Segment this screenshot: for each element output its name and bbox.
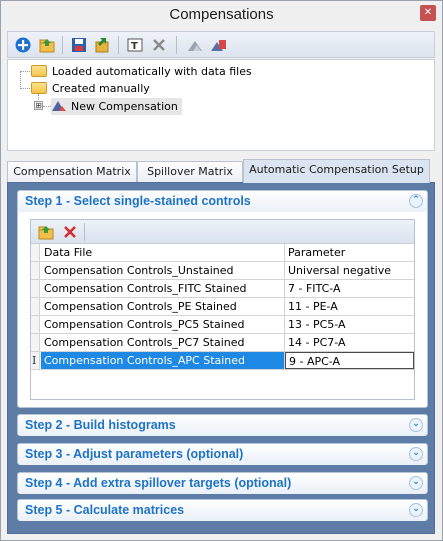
apply-icon[interactable]: [185, 35, 205, 55]
window-title: Compensations: [169, 6, 274, 23]
parameter-cell[interactable]: 14 - PC7-A: [285, 334, 414, 351]
step-1-header[interactable]: Step 1 - Select single-stained controls …: [18, 191, 427, 212]
data-file-cell[interactable]: Compensation Controls_APC Stained: [41, 352, 285, 369]
title-bar: Compensations ✕: [1, 1, 442, 30]
delete-icon[interactable]: [149, 35, 169, 55]
compensation-icon: [51, 99, 67, 117]
step-title: Step 5 - Calculate matrices: [25, 503, 185, 517]
remove-icon[interactable]: [60, 222, 80, 242]
table-row-selected[interactable]: I Compensation Controls_APC Stained 9 - …: [31, 352, 414, 370]
step-4-section[interactable]: Step 4 - Add extra spillover targets (op…: [17, 472, 428, 494]
row-header[interactable]: [31, 280, 40, 297]
expand-chevron-icon[interactable]: ⌄: [409, 476, 423, 490]
tree-node-created-manually[interactable]: Created manually: [31, 80, 150, 97]
open-folder-icon[interactable]: [37, 35, 57, 55]
step-1-section: Step 1 - Select single-stained controls …: [17, 190, 428, 408]
step-title: Step 1 - Select single-stained controls: [25, 194, 251, 208]
rename-icon[interactable]: T: [125, 35, 145, 55]
step-5-section[interactable]: Step 5 - Calculate matrices ⌄: [17, 499, 428, 521]
data-file-cell[interactable]: Compensation Controls_FITC Stained: [41, 280, 285, 297]
table-row[interactable]: Compensation Controls_PC7 Stained 14 - P…: [31, 334, 414, 352]
save-icon[interactable]: [69, 35, 89, 55]
tree-node-new-compensation[interactable]: New Compensation: [51, 98, 182, 115]
text-cursor-icon: I: [32, 354, 37, 367]
step-2-section[interactable]: Step 2 - Build histograms ⌄: [17, 414, 428, 436]
svg-text:T: T: [131, 41, 138, 52]
folder-icon: [31, 65, 47, 77]
row-header[interactable]: [31, 334, 40, 351]
row-header[interactable]: [31, 316, 40, 333]
export-icon[interactable]: [92, 35, 112, 55]
tree-node-label: New Compensation: [71, 100, 178, 113]
add-icon[interactable]: [13, 35, 33, 55]
step-4-header[interactable]: Step 4 - Add extra spillover targets (op…: [18, 473, 427, 494]
tab-strip: Compensation Matrix Spillover Matrix Aut…: [7, 159, 435, 183]
data-file-cell[interactable]: Compensation Controls_PC7 Stained: [41, 334, 285, 351]
toolbar-separator: [176, 36, 177, 54]
collapse-chevron-icon[interactable]: ⌃: [409, 194, 423, 208]
table-row[interactable]: Compensation Controls_PC5 Stained 13 - P…: [31, 316, 414, 334]
table-row[interactable]: Compensation Controls_FITC Stained 7 - F…: [31, 280, 414, 298]
tree-line: [20, 88, 30, 89]
step-2-header[interactable]: Step 2 - Build histograms ⌄: [18, 415, 427, 436]
folder-icon: [31, 82, 47, 94]
tree-node-label: Created manually: [52, 82, 150, 95]
compensations-window: Compensations ✕ T Loaded automatically w…: [0, 0, 443, 541]
toolbar-separator: [118, 36, 119, 54]
table-row[interactable]: Compensation Controls_PE Stained 11 - PE…: [31, 298, 414, 316]
tree-line: [20, 71, 21, 89]
toolbar-separator: [62, 36, 63, 54]
toolbar-separator: [84, 223, 85, 241]
parameter-cell[interactable]: 7 - FITC-A: [285, 280, 414, 297]
data-file-cell[interactable]: Compensation Controls_Unstained: [41, 262, 285, 279]
expand-chevron-icon[interactable]: ⌄: [409, 447, 423, 461]
add-files-icon[interactable]: [36, 222, 56, 242]
tree-node-loaded-automatically[interactable]: Loaded automatically with data files: [31, 63, 252, 80]
grid-toolbar: [31, 220, 414, 244]
expand-chevron-icon[interactable]: ⌄: [409, 418, 423, 432]
expand-icon[interactable]: ⊞: [34, 101, 43, 110]
grid-header-row: Data File Parameter: [31, 244, 414, 262]
table-row[interactable]: Compensation Controls_Unstained Universa…: [31, 262, 414, 280]
tree-line: [43, 106, 51, 107]
tab-spillover-matrix[interactable]: Spillover Matrix: [137, 161, 243, 183]
step-5-header[interactable]: Step 5 - Calculate matrices ⌄: [18, 500, 427, 521]
tree-node-label: Loaded automatically with data files: [52, 65, 252, 78]
column-header-parameter[interactable]: Parameter: [285, 244, 414, 261]
close-button[interactable]: ✕: [420, 5, 436, 21]
step-3-section[interactable]: Step 3 - Adjust parameters (optional) ⌄: [17, 443, 428, 465]
main-toolbar: T: [7, 31, 435, 58]
parameter-cell[interactable]: Universal negative: [285, 262, 414, 279]
parameter-cell[interactable]: 13 - PC5-A: [285, 316, 414, 333]
controls-grid-container: Data File Parameter Compensation Control…: [30, 219, 415, 400]
row-header[interactable]: [31, 298, 40, 315]
step-title: Step 4 - Add extra spillover targets (op…: [25, 476, 292, 490]
copy-icon[interactable]: [208, 35, 228, 55]
step-3-header[interactable]: Step 3 - Adjust parameters (optional) ⌄: [18, 444, 427, 465]
data-file-cell[interactable]: Compensation Controls_PC5 Stained: [41, 316, 285, 333]
tab-automatic-compensation-setup[interactable]: Automatic Compensation Setup: [243, 159, 430, 183]
automatic-setup-panel: Step 1 - Select single-stained controls …: [7, 182, 435, 534]
tab-compensation-matrix[interactable]: Compensation Matrix: [7, 161, 137, 183]
parameter-cell[interactable]: 11 - PE-A: [285, 298, 414, 315]
tree-line: [20, 71, 30, 72]
compensation-tree: Loaded automatically with data files Cre…: [7, 59, 435, 151]
step-title: Step 3 - Adjust parameters (optional): [25, 447, 244, 461]
row-header: [31, 244, 40, 261]
expand-chevron-icon[interactable]: ⌄: [409, 503, 423, 517]
column-header-data-file[interactable]: Data File: [41, 244, 285, 261]
row-header[interactable]: [31, 262, 40, 279]
data-file-cell[interactable]: Compensation Controls_PE Stained: [41, 298, 285, 315]
parameter-cell-editing[interactable]: 9 - APC-A: [285, 352, 414, 369]
step-title: Step 2 - Build histograms: [25, 418, 176, 432]
row-header[interactable]: I: [31, 352, 40, 369]
